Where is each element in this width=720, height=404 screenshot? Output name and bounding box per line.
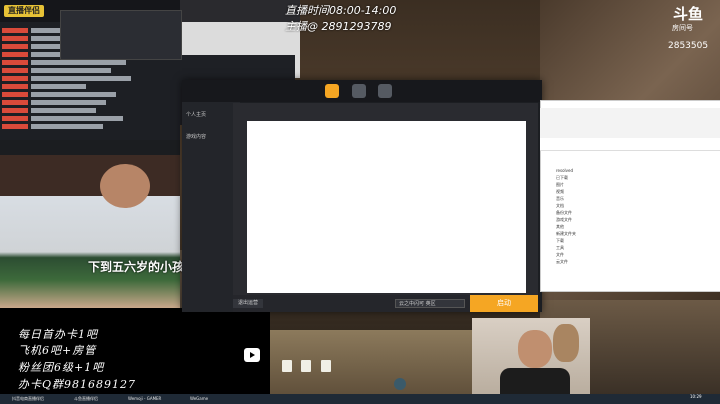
start-button[interactable]: 启动 (470, 295, 538, 312)
app-logo: 直播伴侣 (4, 5, 44, 17)
recycle-bin-icon[interactable] (394, 378, 406, 390)
chat-line (2, 108, 172, 114)
sidebar-item-profile[interactable]: 个人主页 (186, 110, 236, 120)
rule-line-3: 粉丝团6级+1吧 (18, 361, 105, 374)
explorer-ribbon[interactable] (540, 108, 720, 138)
home-tab-icon[interactable] (325, 84, 339, 98)
file-row[interactable]: 图片 (556, 182, 716, 188)
grid-tab-icon[interactable] (352, 84, 366, 98)
video-caption: 下到五六岁的小孩 (88, 260, 185, 274)
exit-button[interactable]: 退出运营 (233, 299, 263, 308)
rule-line-2: 飞机6吧+房管 (18, 344, 97, 357)
launcher-content-area (247, 121, 526, 293)
launcher-sidebar: 个人主页 游戏内容 (182, 102, 240, 312)
stream-host-text: 主播@ 2891293789 (285, 20, 392, 33)
file-row[interactable]: 下载 (556, 238, 716, 244)
file-row[interactable]: 云文件 (556, 259, 716, 265)
chat-line (2, 100, 172, 106)
popup-window[interactable] (60, 10, 182, 60)
file-row[interactable]: 工具 (556, 245, 716, 251)
taskbar-item[interactable]: WeGame (182, 395, 232, 403)
chat-line (2, 124, 172, 130)
rule-line-1: 每日首办卡1吧 (18, 328, 98, 341)
taskbar-clock: 10:29 (690, 394, 702, 399)
rule-line-4: 办卡Q群981689127 (18, 378, 137, 391)
file-row[interactable]: 音乐 (556, 196, 716, 202)
teddy-bear (553, 324, 579, 362)
chat-line (2, 68, 172, 74)
file-row[interactable]: 新建文件夹 (556, 231, 716, 237)
chat-line (2, 84, 172, 90)
sidebar-item-games[interactable]: 游戏内容 (186, 132, 236, 142)
file-row[interactable]: 视频 (556, 189, 716, 195)
video-toolbar[interactable] (0, 140, 180, 156)
chat-line (2, 116, 172, 122)
desktop-file-icon[interactable] (321, 360, 331, 372)
explorer-address-bar[interactable] (540, 138, 720, 151)
room-id: 2853505 (668, 41, 709, 51)
file-row[interactable]: 备份文件 (556, 210, 716, 216)
file-row[interactable]: 已下载 (556, 175, 716, 181)
taskbar-item[interactable]: 斗鱼直播伴侣 (66, 395, 118, 403)
file-row[interactable]: 文件 (556, 252, 716, 258)
chat-line (2, 60, 172, 66)
server-select[interactable]: 云之中闪可 英区 (395, 299, 465, 308)
taskbar-item[interactable]: 抖音电商直播伴侣 (4, 395, 64, 403)
file-row[interactable]: 游戏文件 (556, 217, 716, 223)
food-video (0, 196, 180, 308)
taskbar-item[interactable]: Wemoji - GAMER (120, 395, 180, 403)
desktop-file-icon[interactable] (301, 360, 311, 372)
douyu-room-label: 房间号 (672, 24, 693, 32)
desktop-file-icon[interactable] (282, 360, 292, 372)
video-tab-icon[interactable] (378, 84, 392, 98)
streamer-face (518, 330, 552, 368)
file-row[interactable]: resolved (556, 168, 716, 174)
video-header (0, 155, 180, 197)
file-row[interactable]: 其他 (556, 224, 716, 230)
chat-line (2, 76, 172, 82)
file-row[interactable]: 文档 (556, 203, 716, 209)
chat-line (2, 92, 172, 98)
video-person (100, 164, 150, 208)
stream-time-text: 直播时间08:00-14:00 (285, 4, 397, 17)
video-play-icon[interactable] (244, 348, 260, 362)
